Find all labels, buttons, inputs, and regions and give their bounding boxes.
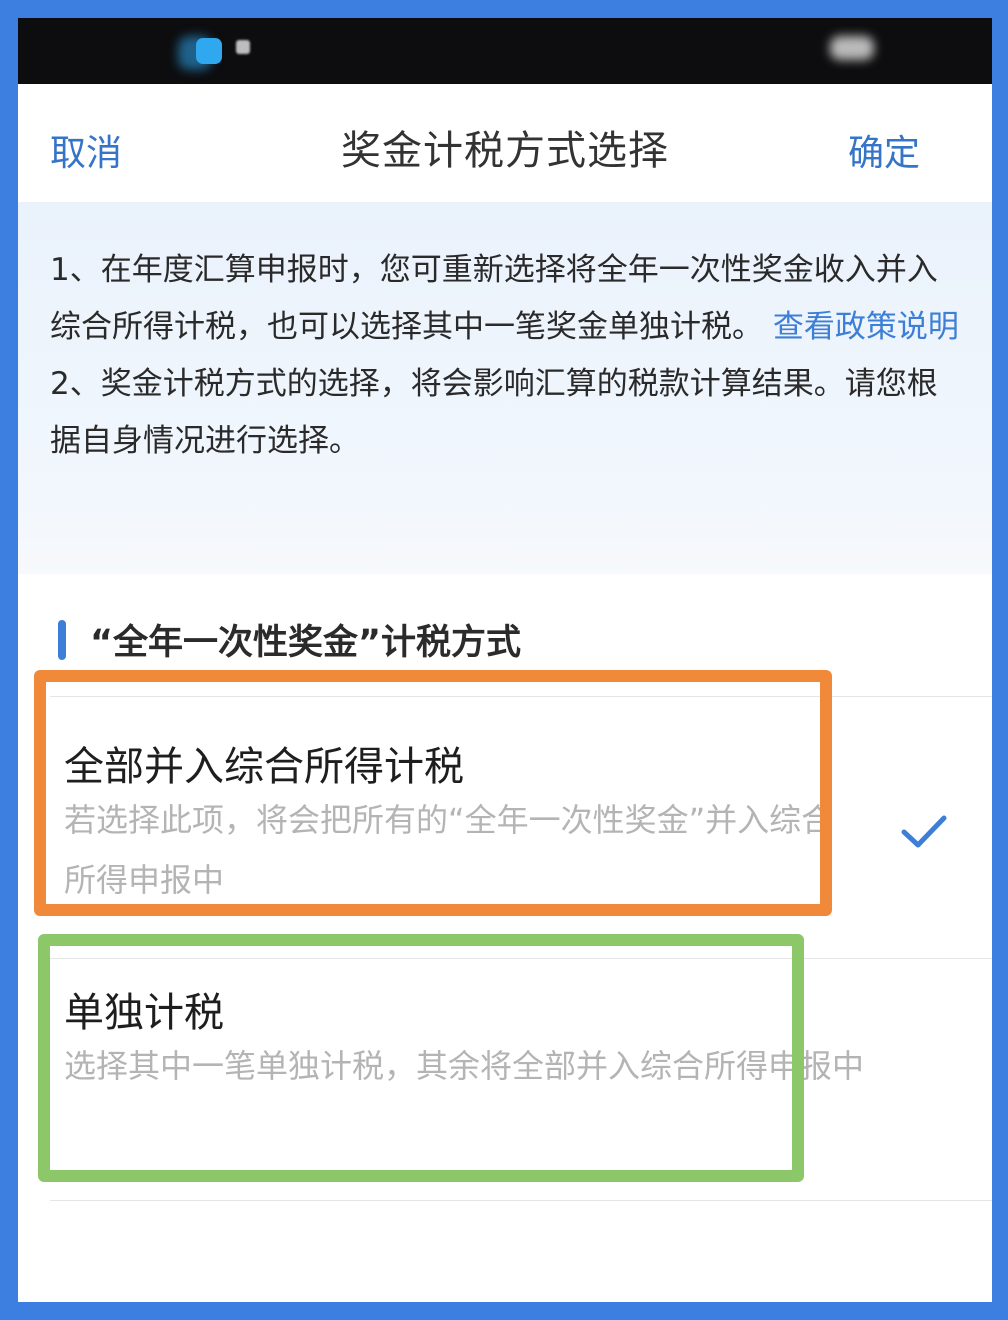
search-app-icon: [196, 38, 222, 64]
nav-bar: 取消 奖金计税方式选择 确定: [18, 84, 992, 202]
section-accent-bar: [58, 620, 66, 660]
option-title: 单独计税: [64, 990, 224, 1036]
check-icon: [901, 815, 947, 848]
option-description: 若选择此项，将会把所有的“全年一次性奖金”并入综合所得申报中: [64, 801, 834, 899]
confirm-button[interactable]: 确定: [848, 124, 920, 176]
phone-screen: 取消 奖金计税方式选择 确定 1、在年度汇算申报时，您可重新选择将全年一次性奖金…: [18, 18, 992, 1302]
divider: [50, 1200, 992, 1201]
notice-line-2: 2、奖金计税方式的选择，将会影响汇算的税款计算结果。请您根据自身情况进行选择。: [50, 366, 938, 459]
divider: [50, 958, 992, 959]
status-icons: [830, 36, 874, 60]
tax-method-section: “全年一次性奖金”计税方式 全部并入综合所得计税 若选择此项，将会把所有的“全年…: [18, 574, 992, 1302]
section-title: “全年一次性奖金”计税方式: [90, 623, 522, 663]
page-title: 奖金计税方式选择: [341, 128, 669, 174]
divider: [50, 696, 992, 697]
status-bar: [18, 18, 992, 84]
policy-link[interactable]: 查看政策说明: [773, 309, 959, 345]
notification-icon: [236, 40, 250, 54]
option-title: 全部并入综合所得计税: [64, 744, 464, 790]
notice-text: 1、在年度汇算申报时，您可重新选择将全年一次性奖金收入并入综合所得计税，也可以选…: [50, 242, 960, 470]
notice-panel: 1、在年度汇算申报时，您可重新选择将全年一次性奖金收入并入综合所得计税，也可以选…: [18, 202, 992, 574]
option-description: 选择其中一笔单独计税，其余将全部并入综合所得申报中: [64, 1047, 865, 1085]
